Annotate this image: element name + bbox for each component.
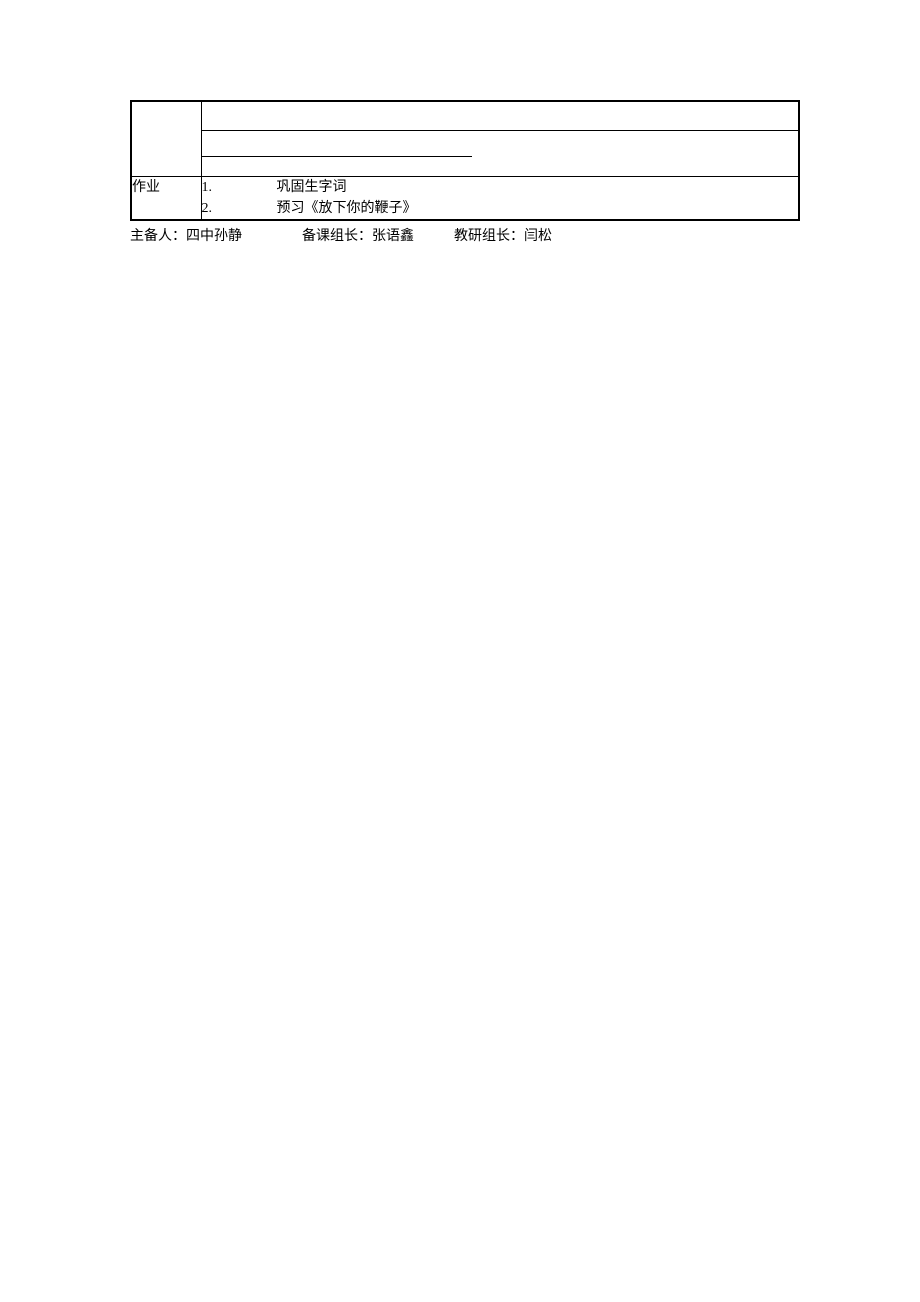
table-row-homework: 作业 1. 巩固生字词 2. 预习《放下你的鞭子》 — [131, 176, 799, 220]
homework-label-cell: 作业 — [131, 176, 201, 220]
preparer-label: 主备人： — [130, 229, 186, 244]
research-leader-field: 教研组长：闫松 — [454, 225, 552, 245]
group-leader-field: 备课组长：张语鑫 — [302, 225, 414, 245]
homework-label: 作业 — [132, 180, 160, 195]
list-item: 2. 预习《放下你的鞭子》 — [202, 198, 799, 219]
underline-partial — [202, 156, 472, 157]
table-row-blank — [131, 101, 799, 176]
item-number: 1. — [202, 177, 277, 198]
list-item: 1. 巩固生字词 — [202, 177, 799, 198]
item-text: 巩固生字词 — [277, 177, 347, 198]
blank-cell-right — [201, 101, 799, 176]
item-number: 2. — [202, 198, 277, 219]
preparer-value: 四中孙静 — [186, 229, 242, 244]
footer-line: 主备人：四中孙静 备课组长：张语鑫 教研组长：闫松 — [130, 225, 800, 245]
group-leader-label: 备课组长： — [302, 229, 372, 244]
blank-cell-left — [131, 101, 201, 176]
research-leader-value: 闫松 — [524, 229, 552, 244]
research-leader-label: 教研组长： — [454, 229, 524, 244]
group-leader-value: 张语鑫 — [372, 229, 414, 244]
underline-full — [202, 130, 799, 131]
homework-content-cell: 1. 巩固生字词 2. 预习《放下你的鞭子》 — [201, 176, 799, 220]
preparer-field: 主备人：四中孙静 — [130, 225, 242, 245]
item-text: 预习《放下你的鞭子》 — [277, 198, 417, 219]
document-table: 作业 1. 巩固生字词 2. 预习《放下你的鞭子》 — [130, 100, 800, 221]
